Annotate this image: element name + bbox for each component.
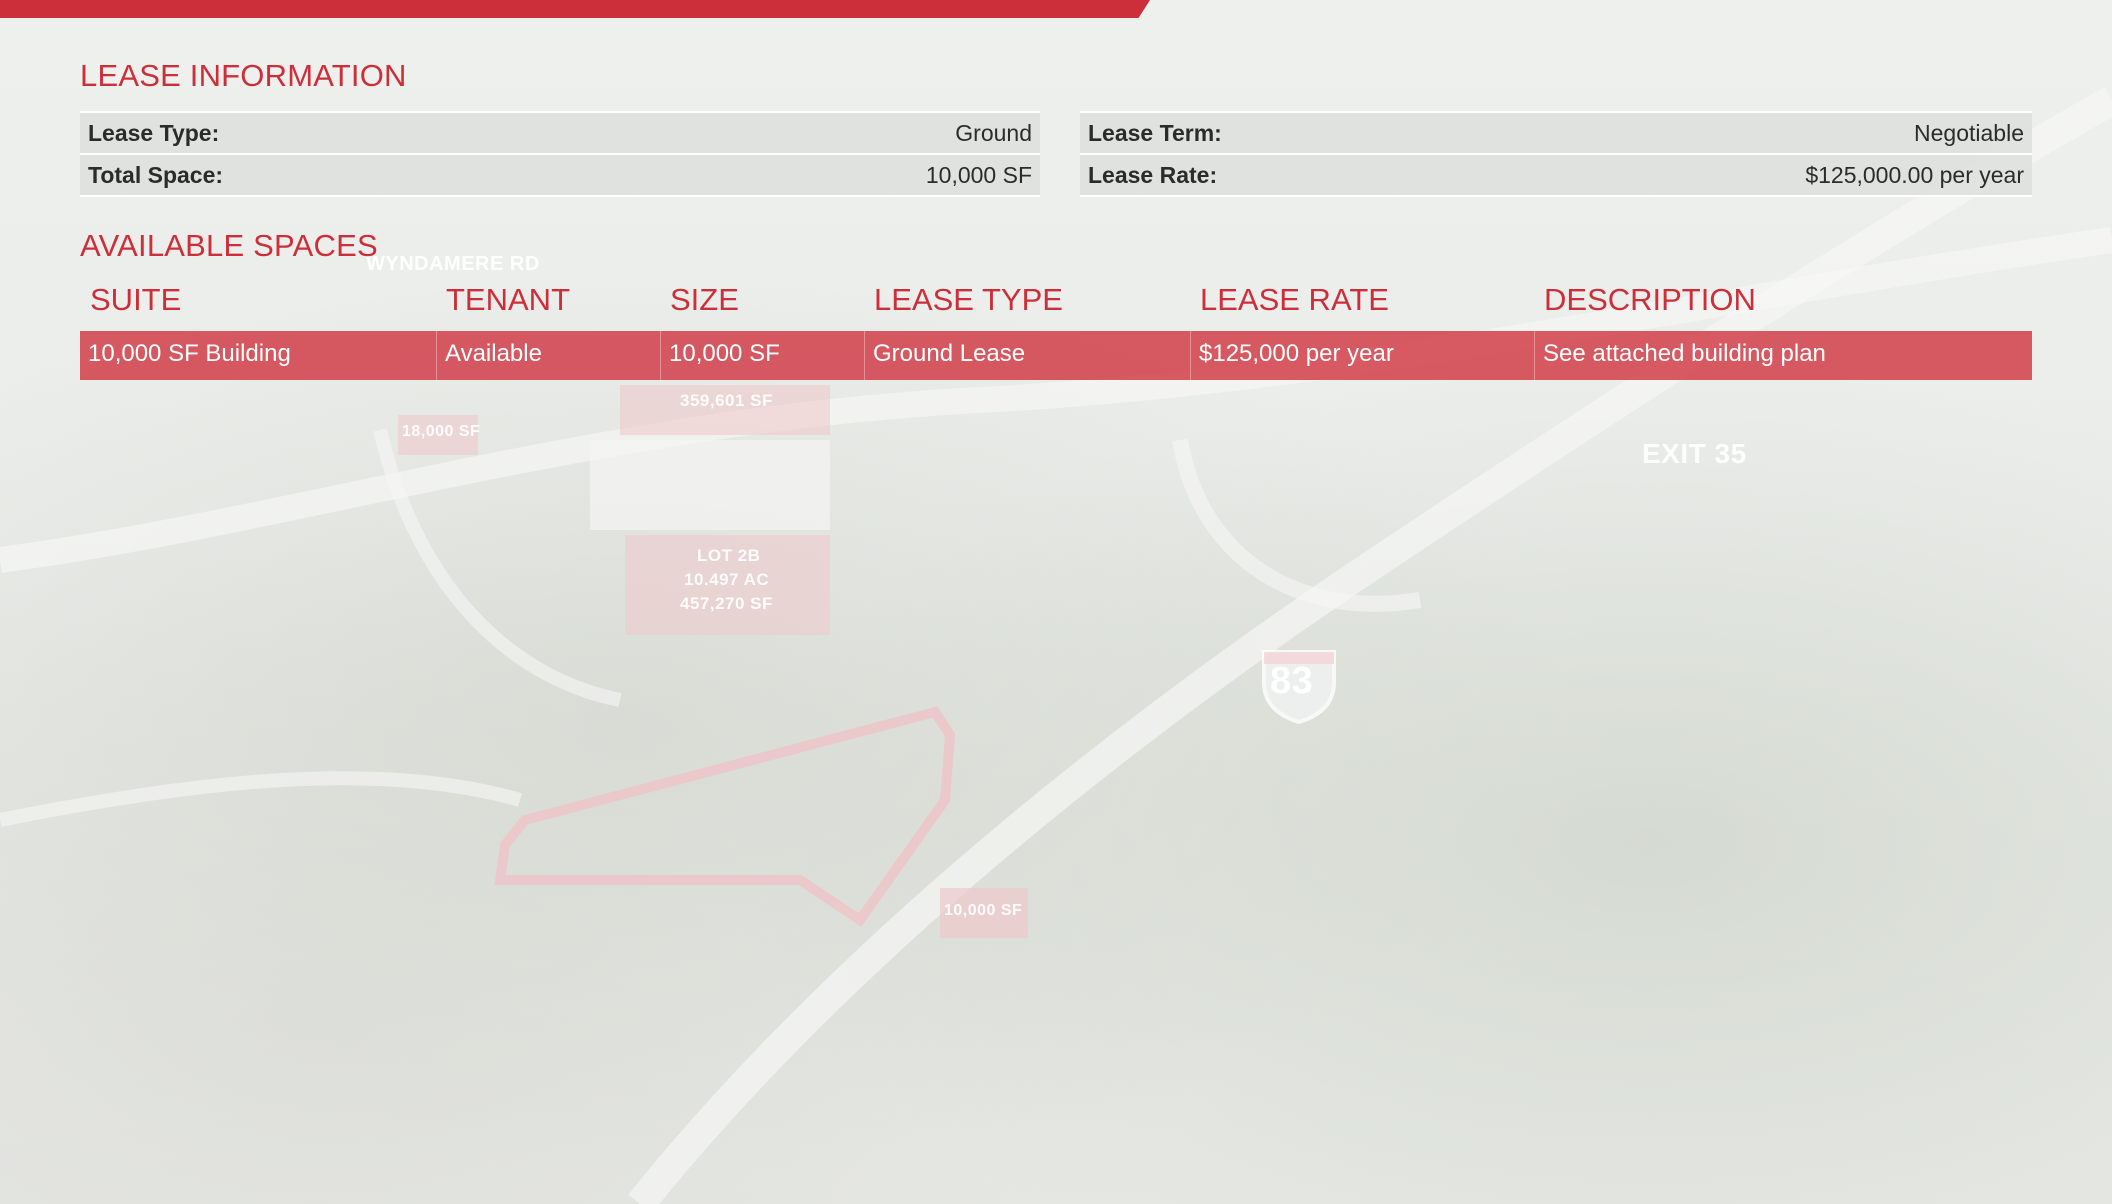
description-cell: See attached building plan [1534,331,2032,380]
lease-info-right-table: Lease Term: Negotiable Lease Rate: $125,… [1080,111,2032,197]
lease-type-cell: Ground Lease [864,331,1190,380]
lease-info-left-table: Lease Type: Ground Total Space: 10,000 S… [80,111,1040,197]
map-exit-label: EXIT 35 [1642,438,1747,469]
lease-information-title: LEASE INFORMATION [80,58,407,93]
lease-rate-cell: $125,000 per year [1190,331,1534,380]
map-lot-size-label: 18,000 SF [402,423,481,440]
header-description: DESCRIPTION [1544,282,1756,317]
lease-rate-value: $125,000.00 per year [1805,161,2024,188]
total-space-value: 10,000 SF [925,161,1032,188]
header-lease-type: LEASE TYPE [874,282,1063,317]
tenant-cell: Available [436,331,660,380]
map-lot-label: LOT 2B [697,546,761,565]
table-row: 10,000 SF Building Available 10,000 SF G… [80,331,2032,380]
lease-term-value: Negotiable [1914,119,2024,146]
header-suite: SUITE [90,282,182,317]
interstate-shield-icon: 83 [1270,660,1314,702]
header-lease-rate: LEASE RATE [1200,282,1389,317]
spaces-table-header: SUITE TENANT SIZE LEASE TYPE LEASE RATE … [80,282,2032,322]
header-tenant: TENANT [446,282,570,317]
suite-cell: 10,000 SF Building [88,340,291,367]
map-road-label: WYNDAMERE RD [366,253,540,275]
map-lot-acres-label: 10.497 AC [684,570,770,589]
lease-rate-label: Lease Rate: [1088,161,1218,188]
lease-type-label: Lease Type: [88,119,220,146]
header-size: SIZE [670,282,739,317]
lease-type-value: Ground [955,119,1032,146]
lease-term-label: Lease Term: [1088,119,1222,146]
available-spaces-title: AVAILABLE SPACES [80,228,378,263]
lease-info-row: Lease Rate: $125,000.00 per year [1080,155,2032,197]
lease-info-row: Total Space: 10,000 SF [80,155,1040,197]
lease-info-row: Lease Type: Ground [80,113,1040,155]
map-lot-size-label: 457,270 SF [680,594,773,613]
total-space-label: Total Space: [88,161,224,188]
header-accent-band [0,0,1150,18]
lease-info-row: Lease Term: Negotiable [1080,113,2032,155]
map-building-size-label: 10,000 SF [944,902,1023,919]
map-lot-size-label: 359,601 SF [680,391,773,410]
size-cell: 10,000 SF [660,331,864,380]
